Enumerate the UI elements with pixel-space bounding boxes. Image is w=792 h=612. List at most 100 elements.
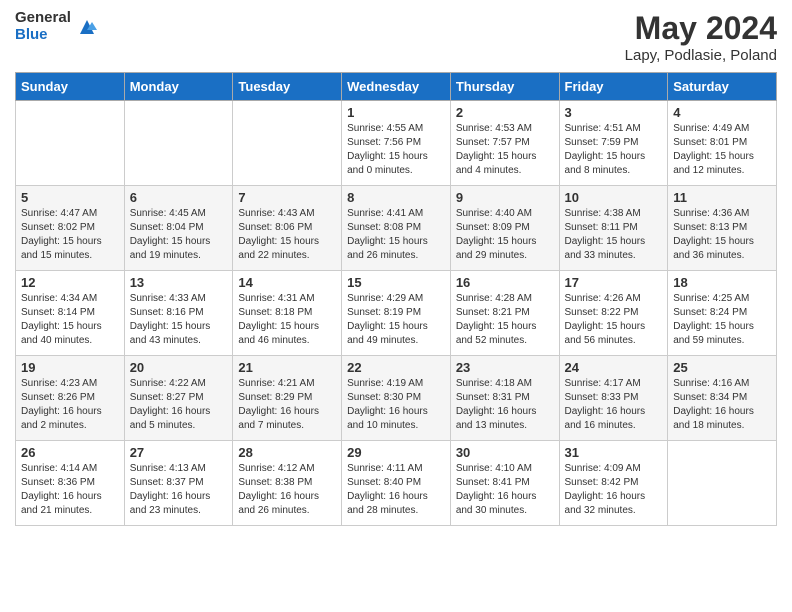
table-row: 15 Sunrise: 4:29 AM Sunset: 8:19 PM Dayli… bbox=[342, 271, 451, 356]
day-info: Sunrise: 4:47 AM Sunset: 8:02 PM Dayligh… bbox=[21, 207, 119, 263]
table-row: 23 Sunrise: 4:18 AM Sunset: 8:31 PM Dayli… bbox=[450, 356, 559, 441]
title-block: May 2024 Lapy, Podlasie, Poland bbox=[625, 10, 777, 64]
day-info: Sunrise: 4:25 AM Sunset: 8:24 PM Dayligh… bbox=[673, 292, 771, 348]
day-number: 10 bbox=[565, 190, 663, 205]
table-row: 31 Sunrise: 4:09 AM Sunset: 8:42 PM Dayli… bbox=[559, 441, 668, 526]
table-row: 22Sunrise: 4:19 AM Sunset: 8:30 PM Dayli… bbox=[342, 356, 451, 441]
table-row: 10 Sunrise: 4:38 AM Sunset: 8:11 PM Dayli… bbox=[559, 186, 668, 271]
table-row: 28 Sunrise: 4:12 AM Sunset: 8:38 PM Dayli… bbox=[233, 441, 342, 526]
table-row: 29 Sunrise: 4:11 AM Sunset: 8:40 PM Dayli… bbox=[342, 441, 451, 526]
day-info: Sunrise: 4:31 AM Sunset: 8:18 PM Dayligh… bbox=[238, 292, 336, 348]
day-number: 19 bbox=[21, 360, 119, 375]
table-row: 18 Sunrise: 4:25 AM Sunset: 8:24 PM Dayli… bbox=[668, 271, 777, 356]
day-info: Sunrise: 4:21 AM Sunset: 8:29 PM Dayligh… bbox=[238, 377, 336, 433]
day-info: Sunrise: 4:41 AM Sunset: 8:08 PM Dayligh… bbox=[347, 207, 445, 263]
col-sunday: Sunday bbox=[16, 73, 125, 101]
day-info: Sunrise: 4:51 AM Sunset: 7:59 PM Dayligh… bbox=[565, 122, 663, 178]
day-number: 18 bbox=[673, 275, 771, 290]
table-row: 14 Sunrise: 4:31 AM Sunset: 8:18 PM Dayli… bbox=[233, 271, 342, 356]
day-info: Sunrise: 4:53 AM Sunset: 7:57 PM Dayligh… bbox=[456, 122, 554, 178]
day-info: Sunrise: 4:22 AM Sunset: 8:27 PM Dayligh… bbox=[130, 377, 228, 433]
table-row: 5 Sunrise: 4:47 AM Sunset: 8:02 PM Daylig… bbox=[16, 186, 125, 271]
table-row bbox=[668, 441, 777, 526]
day-number: 26 bbox=[21, 445, 119, 460]
table-row: 27 Sunrise: 4:13 AM Sunset: 8:37 PM Dayli… bbox=[124, 441, 233, 526]
day-number: 12 bbox=[21, 275, 119, 290]
day-info: Sunrise: 4:23 AM Sunset: 8:26 PM Dayligh… bbox=[21, 377, 119, 433]
logo-general: General bbox=[15, 10, 71, 27]
day-number: 22 bbox=[347, 360, 445, 375]
day-number: 15 bbox=[347, 275, 445, 290]
day-info: Sunrise: 4:10 AM Sunset: 8:41 PM Dayligh… bbox=[456, 462, 554, 518]
table-row: 30Sunrise: 4:10 AM Sunset: 8:41 PM Dayli… bbox=[450, 441, 559, 526]
table-row: 26 Sunrise: 4:14 AM Sunset: 8:36 PM Dayli… bbox=[16, 441, 125, 526]
day-info: Sunrise: 4:28 AM Sunset: 8:21 PM Dayligh… bbox=[456, 292, 554, 348]
table-row: 20 Sunrise: 4:22 AM Sunset: 8:27 PM Dayli… bbox=[124, 356, 233, 441]
table-row: 21 Sunrise: 4:21 AM Sunset: 8:29 PM Dayli… bbox=[233, 356, 342, 441]
day-number: 6 bbox=[130, 190, 228, 205]
location: Lapy, Podlasie, Poland bbox=[625, 47, 777, 64]
table-row bbox=[16, 101, 125, 186]
table-row: 7 Sunrise: 4:43 AM Sunset: 8:06 PM Daylig… bbox=[233, 186, 342, 271]
day-number: 9 bbox=[456, 190, 554, 205]
day-info: Sunrise: 4:09 AM Sunset: 8:42 PM Dayligh… bbox=[565, 462, 663, 518]
day-info: Sunrise: 4:55 AM Sunset: 7:56 PM Dayligh… bbox=[347, 122, 445, 178]
day-info: Sunrise: 4:14 AM Sunset: 8:36 PM Dayligh… bbox=[21, 462, 119, 518]
day-info: Sunrise: 4:17 AM Sunset: 8:33 PM Dayligh… bbox=[565, 377, 663, 433]
day-number: 14 bbox=[238, 275, 336, 290]
day-number: 13 bbox=[130, 275, 228, 290]
day-info: Sunrise: 4:13 AM Sunset: 8:37 PM Dayligh… bbox=[130, 462, 228, 518]
table-row: 9 Sunrise: 4:40 AM Sunset: 8:09 PM Daylig… bbox=[450, 186, 559, 271]
col-wednesday: Wednesday bbox=[342, 73, 451, 101]
logo-icon bbox=[76, 16, 98, 38]
day-info: Sunrise: 4:40 AM Sunset: 8:09 PM Dayligh… bbox=[456, 207, 554, 263]
col-saturday: Saturday bbox=[668, 73, 777, 101]
calendar-table: Sunday Monday Tuesday Wednesday Thursday… bbox=[15, 72, 777, 526]
day-info: Sunrise: 4:18 AM Sunset: 8:31 PM Dayligh… bbox=[456, 377, 554, 433]
page-header: General Blue May 2024 Lapy, Podlasie, Po… bbox=[15, 10, 777, 64]
table-row: 25 Sunrise: 4:16 AM Sunset: 8:34 PM Dayli… bbox=[668, 356, 777, 441]
day-number: 31 bbox=[565, 445, 663, 460]
table-row: 3 Sunrise: 4:51 AM Sunset: 7:59 PM Daylig… bbox=[559, 101, 668, 186]
day-number: 29 bbox=[347, 445, 445, 460]
day-number: 1 bbox=[347, 105, 445, 120]
table-row: 8 Sunrise: 4:41 AM Sunset: 8:08 PM Daylig… bbox=[342, 186, 451, 271]
day-info: Sunrise: 4:29 AM Sunset: 8:19 PM Dayligh… bbox=[347, 292, 445, 348]
table-row: 6Sunrise: 4:45 AM Sunset: 8:04 PM Daylig… bbox=[124, 186, 233, 271]
day-info: Sunrise: 4:12 AM Sunset: 8:38 PM Dayligh… bbox=[238, 462, 336, 518]
day-info: Sunrise: 4:33 AM Sunset: 8:16 PM Dayligh… bbox=[130, 292, 228, 348]
col-monday: Monday bbox=[124, 73, 233, 101]
day-number: 4 bbox=[673, 105, 771, 120]
day-number: 5 bbox=[21, 190, 119, 205]
day-number: 16 bbox=[456, 275, 554, 290]
table-row bbox=[124, 101, 233, 186]
table-row: 1 Sunrise: 4:55 AM Sunset: 7:56 PM Daylig… bbox=[342, 101, 451, 186]
col-friday: Friday bbox=[559, 73, 668, 101]
logo-blue: Blue bbox=[15, 27, 71, 44]
table-row: 12 Sunrise: 4:34 AM Sunset: 8:14 PM Dayli… bbox=[16, 271, 125, 356]
day-number: 20 bbox=[130, 360, 228, 375]
day-info: Sunrise: 4:11 AM Sunset: 8:40 PM Dayligh… bbox=[347, 462, 445, 518]
day-number: 23 bbox=[456, 360, 554, 375]
day-number: 24 bbox=[565, 360, 663, 375]
logo: General Blue bbox=[15, 10, 98, 43]
header-row: Sunday Monday Tuesday Wednesday Thursday… bbox=[16, 73, 777, 101]
table-row: 16 Sunrise: 4:28 AM Sunset: 8:21 PM Dayli… bbox=[450, 271, 559, 356]
day-number: 28 bbox=[238, 445, 336, 460]
day-number: 3 bbox=[565, 105, 663, 120]
day-info: Sunrise: 4:43 AM Sunset: 8:06 PM Dayligh… bbox=[238, 207, 336, 263]
month-year: May 2024 bbox=[625, 10, 777, 47]
day-number: 27 bbox=[130, 445, 228, 460]
table-row: 19 Sunrise: 4:23 AM Sunset: 8:26 PM Dayli… bbox=[16, 356, 125, 441]
day-number: 7 bbox=[238, 190, 336, 205]
day-number: 25 bbox=[673, 360, 771, 375]
day-info: Sunrise: 4:16 AM Sunset: 8:34 PM Dayligh… bbox=[673, 377, 771, 433]
day-number: 21 bbox=[238, 360, 336, 375]
day-number: 8 bbox=[347, 190, 445, 205]
day-info: Sunrise: 4:49 AM Sunset: 8:01 PM Dayligh… bbox=[673, 122, 771, 178]
day-number: 2 bbox=[456, 105, 554, 120]
day-info: Sunrise: 4:34 AM Sunset: 8:14 PM Dayligh… bbox=[21, 292, 119, 348]
table-row: 4 Sunrise: 4:49 AM Sunset: 8:01 PM Daylig… bbox=[668, 101, 777, 186]
table-row: 24 Sunrise: 4:17 AM Sunset: 8:33 PM Dayli… bbox=[559, 356, 668, 441]
day-info: Sunrise: 4:38 AM Sunset: 8:11 PM Dayligh… bbox=[565, 207, 663, 263]
